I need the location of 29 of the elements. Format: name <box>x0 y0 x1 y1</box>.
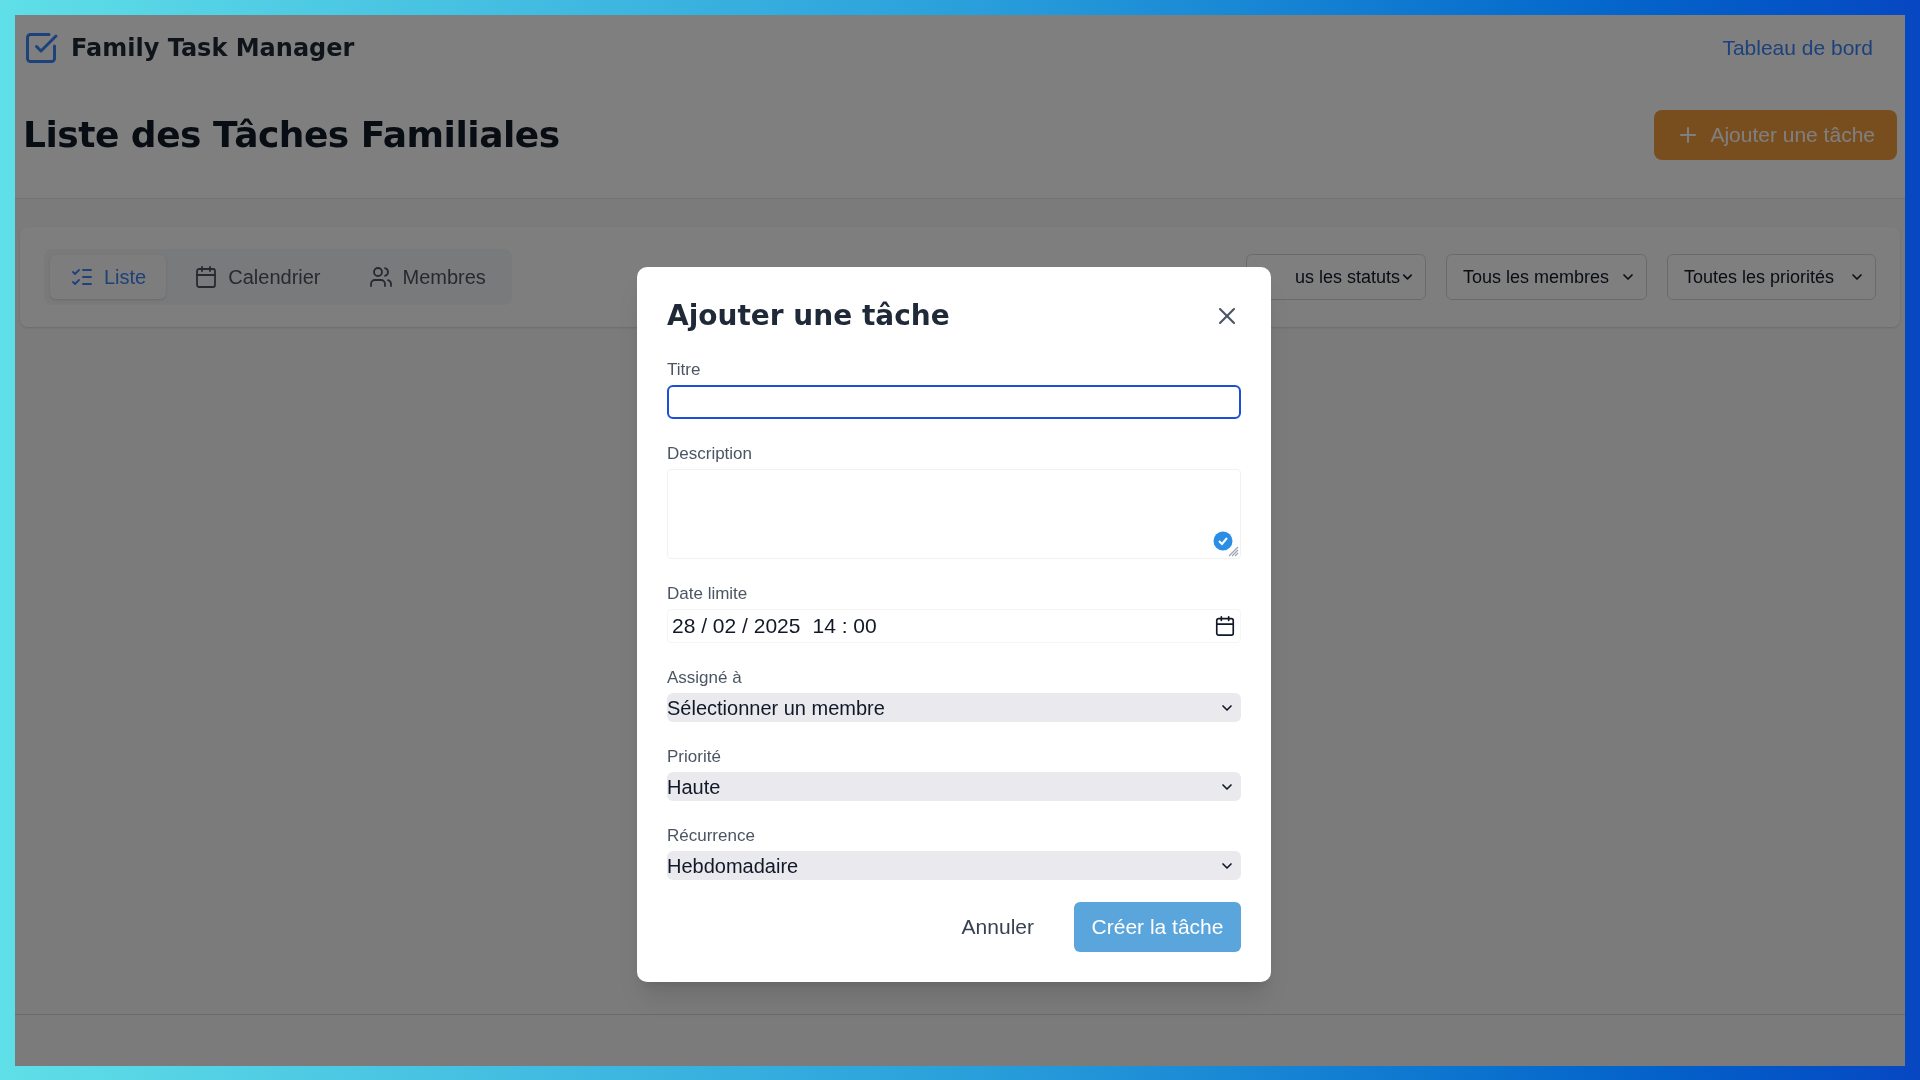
select-field[interactable]: Sélectionner un membre <box>667 693 1241 722</box>
field-label: Description <box>667 443 753 465</box>
title-field[interactable] <box>667 385 1241 419</box>
cancel-button[interactable]: Annuler <box>951 902 1044 952</box>
app-name: Family Task Manager <box>71 33 355 64</box>
view-tab[interactable]: Membres <box>348 255 506 299</box>
filter-select[interactable]: Tous les membres <box>1446 254 1647 300</box>
field-label: Date limite <box>667 583 748 605</box>
field-label: Titre <box>667 359 701 381</box>
field-label: Récurrence <box>667 825 755 847</box>
date-field[interactable]: 28 / 02 / 2025 14 : 00 <box>667 609 1241 643</box>
calendar-icon[interactable] <box>1214 615 1236 637</box>
page-title: Liste des Tâches Familiales <box>23 112 560 157</box>
field-label: Assigné à <box>667 667 742 689</box>
filter-select[interactable]: Toutes les priorités <box>1667 254 1876 300</box>
view-tab[interactable]: Calendrier <box>174 255 341 299</box>
description-field[interactable] <box>667 469 1241 559</box>
dashboard-link[interactable]: Tableau de bord <box>1722 32 1873 64</box>
time-value: 14 : 00 <box>812 613 877 640</box>
calendar-icon <box>194 265 219 289</box>
filter-select[interactable]: us les statuts <box>1246 254 1426 300</box>
select-field[interactable]: Haute <box>667 772 1241 801</box>
select-field[interactable]: Hebdomadaire <box>667 851 1241 880</box>
logo-icon <box>23 30 59 66</box>
create-task-button[interactable]: Créer la tâche <box>1074 902 1241 952</box>
date-value: 28 / 02 / 2025 <box>672 613 801 640</box>
dialog-title: Ajouter une tâche <box>667 298 950 334</box>
people-icon <box>368 265 393 289</box>
field-label: Priorité <box>667 746 721 768</box>
